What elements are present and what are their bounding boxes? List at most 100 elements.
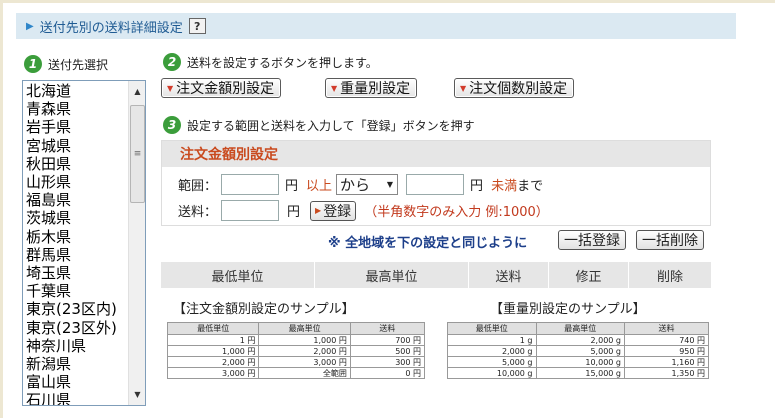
col-edit: 修正: [549, 262, 629, 288]
range-select[interactable]: から ▼: [336, 174, 399, 195]
sample-amount-title: 【注文金額別設定のサンプル】: [173, 302, 355, 317]
miman-label: 未満: [491, 179, 518, 194]
amount-setting-label: 注文金額別設定: [176, 81, 275, 97]
sample-cell: 1 円: [166, 334, 260, 346]
triangle-right-icon: ▶: [26, 20, 34, 32]
prefecture-item[interactable]: 千葉県: [26, 282, 126, 300]
triangle-right-icon: ▶: [315, 206, 322, 215]
step-1-number: 1: [24, 55, 42, 73]
scroll-up-icon[interactable]: ▲: [129, 83, 145, 100]
quantity-setting-button[interactable]: ▼ 注文個数別設定: [454, 78, 575, 98]
amount-setting-button[interactable]: ▼ 注文金額別設定: [161, 78, 282, 98]
sample-header-cell: 最高単位: [535, 322, 625, 335]
listbox-scrollbar[interactable]: ▲ ≡ ▼: [128, 81, 145, 405]
prefecture-item[interactable]: 茨城県: [26, 209, 126, 227]
quantity-setting-label: 注文個数別設定: [469, 81, 568, 97]
sample-cell: 2,000 円: [258, 345, 351, 357]
left-border: [0, 0, 3, 418]
top-border: [0, 0, 775, 3]
sample-cell: 3,000 円: [166, 367, 260, 379]
prefecture-listbox[interactable]: 北海道 青森県 岩手県 宮城県 秋田県 山形県 福島県 茨城県 栃木県 群馬県 埼玉県 千葉県 東京(2…: [22, 80, 146, 406]
sample-header-cell: 最低単位: [447, 322, 537, 335]
table-row: 1 円 1,000 円 700 円: [166, 334, 426, 346]
sample-cell: 10,000 g: [535, 356, 625, 368]
yen-unit: 円: [285, 179, 299, 194]
step-2: 2 送料を設定するボタンを押します。: [163, 53, 378, 71]
fee-input[interactable]: [221, 200, 280, 221]
amount-setting-form: 注文金額別設定 範囲： 円 以上 から ▼ 円 未満 まで 送料： 円 ▶ 登録 （…: [161, 140, 711, 226]
prefecture-item[interactable]: 栃木県: [26, 228, 126, 246]
section-header: ▶ 送付先別の送料詳細設定 ?: [16, 13, 736, 39]
sample-cell: 1,000 円: [166, 345, 260, 357]
register-label: 登録: [323, 203, 352, 220]
sample-header-cell: 送料: [624, 322, 709, 335]
sample-cell: 10,000 g: [447, 367, 537, 379]
prefecture-item[interactable]: 群馬県: [26, 246, 126, 264]
sample-cell: 0 円: [349, 367, 426, 379]
table-row: 2,000 円 3,000 円 300 円: [166, 356, 426, 368]
yen-unit: 円: [470, 179, 484, 194]
weight-setting-label: 重量別設定: [340, 81, 411, 97]
table-row: 3,000 円全範囲 0 円: [166, 367, 426, 379]
prefecture-item[interactable]: 神奈川県: [26, 337, 126, 355]
prefecture-item[interactable]: 山形県: [26, 173, 126, 191]
prefecture-item[interactable]: 新潟県: [26, 355, 126, 373]
prefecture-item[interactable]: 岩手県: [26, 118, 126, 136]
sample-header-cell: 最低単位: [166, 322, 260, 335]
step-1-label: 送付先選択: [48, 57, 109, 72]
range-max-input[interactable]: [406, 174, 465, 195]
prefecture-item[interactable]: 埼玉県: [26, 264, 126, 282]
range-min-input[interactable]: [221, 174, 280, 195]
arrow-down-icon: ▼: [460, 83, 467, 93]
prefecture-item[interactable]: 福島県: [26, 191, 126, 209]
sample-cell: 15,000 g: [535, 367, 625, 379]
section-title: 送付先別の送料詳細設定: [39, 20, 183, 36]
prefecture-item[interactable]: 青森県: [26, 100, 126, 118]
register-button[interactable]: ▶ 登録: [310, 200, 357, 221]
delete-all-button[interactable]: 一括削除: [636, 230, 704, 250]
sample-cell: 950 円: [624, 345, 709, 357]
prefecture-item[interactable]: 東京(23区内): [26, 300, 126, 318]
table-row: 1 g 2,000 g 740 円: [447, 334, 709, 346]
input-hint: （半角数字のみ入力 例:1000）: [364, 205, 549, 220]
register-all-button[interactable]: 一括登録: [558, 230, 626, 250]
sample-cell: 5,000 g: [535, 345, 625, 357]
table-row: 2,000 g 5,000 g 950 円: [447, 345, 709, 357]
arrow-down-icon: ▼: [167, 83, 174, 93]
prefecture-item[interactable]: 北海道: [26, 82, 126, 100]
help-button[interactable]: ?: [188, 18, 206, 34]
prefecture-item[interactable]: 石川県: [26, 391, 126, 405]
weight-setting-button[interactable]: ▼ 重量別設定: [325, 78, 418, 98]
table-row: 10,000 g 15,000 g 1,350 円: [447, 367, 709, 379]
prefecture-item[interactable]: 秋田県: [26, 155, 126, 173]
step-3: 3 設定する範囲と送料を入力して「登録」ボタンを押す: [163, 116, 475, 134]
col-min-unit: 最低単位: [161, 262, 315, 288]
arrow-down-icon: ▼: [331, 83, 338, 93]
step-3-label: 設定する範囲と送料を入力して「登録」ボタンを押す: [187, 118, 475, 133]
scroll-thumb[interactable]: ≡: [130, 105, 145, 203]
sample-header-cell: 最高単位: [258, 322, 351, 335]
sample-weight-title: 【重量別設定のサンプル】: [490, 302, 646, 317]
sample-amount-table: 最低単位 最高単位 送料 1 円 1,000 円 700 円 1,000 円 2,000 円5…: [166, 322, 426, 379]
chevron-down-icon: ▼: [386, 180, 394, 189]
prefecture-item[interactable]: 宮城県: [26, 137, 126, 155]
settings-table-header: 最低単位 最高単位 送料 修正 削除: [161, 262, 711, 288]
form-title: 注文金額別設定: [162, 141, 710, 167]
step-2-label: 送料を設定するボタンを押します。: [187, 55, 378, 70]
sample-cell: 700 円: [349, 334, 426, 346]
sample-header-cell: 送料: [349, 322, 426, 335]
prefecture-item[interactable]: 東京(23区外): [26, 319, 126, 337]
step-3-number: 3: [163, 116, 181, 134]
table-row: 1,000 円 2,000 円 500 円: [166, 345, 426, 357]
col-delete: 削除: [656, 269, 683, 285]
sample-cell: 1,350 円: [624, 367, 709, 379]
prefecture-list: 北海道 青森県 岩手県 宮城県 秋田県 山形県 福島県 茨城県 栃木県 群馬県 埼玉県 千葉県 東京(2…: [26, 82, 126, 405]
scroll-down-icon[interactable]: ▼: [129, 386, 145, 403]
sample-cell: 1,160 円: [624, 356, 709, 368]
sample-cell: 500 円: [349, 345, 426, 357]
bulk-note: ※ 全地域を下の設定と同じように: [328, 236, 528, 251]
prefecture-item[interactable]: 富山県: [26, 373, 126, 391]
range-select-value: から: [340, 176, 371, 194]
fee-row: 送料： 円 ▶ 登録 （半角数字のみ入力 例:1000）: [178, 200, 549, 221]
sample-cell: 2,000 g: [447, 345, 537, 357]
